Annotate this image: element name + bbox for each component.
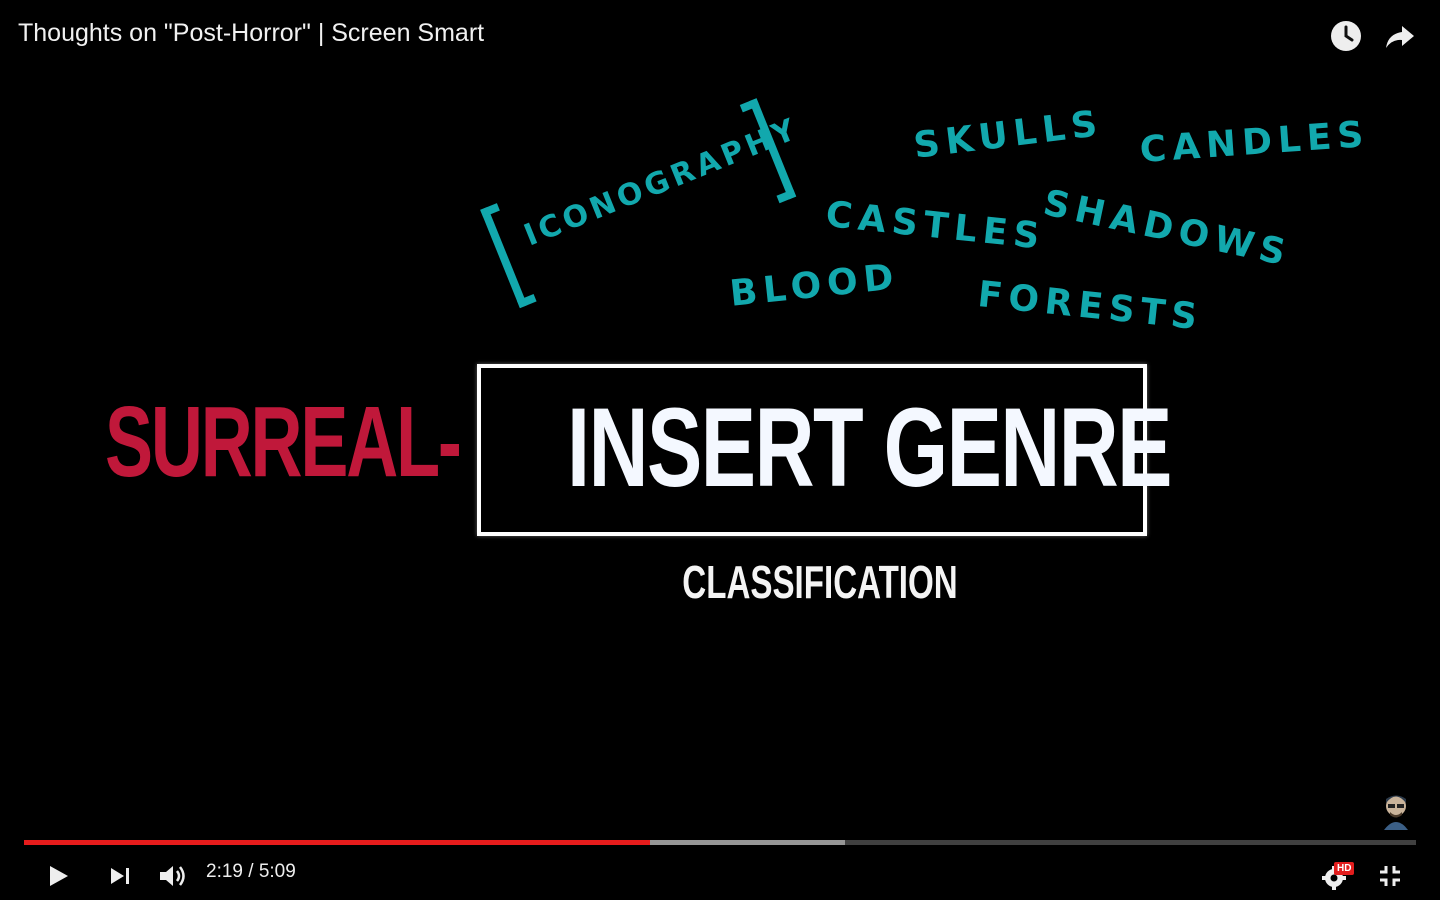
word-candles: CANDLES (1138, 114, 1371, 171)
surreal-prefix: SURREAL- (105, 386, 462, 498)
word-forests: FORESTS (975, 274, 1205, 339)
exit-fullscreen-icon[interactable] (1372, 858, 1408, 894)
video-title[interactable]: Thoughts on "Post-Horror" | Screen Smart (18, 19, 484, 48)
volume-icon[interactable] (155, 858, 191, 894)
word-skulls: SKULLS (911, 102, 1106, 167)
word-shadows: SHADOWS (1039, 182, 1295, 275)
genre-box: INSERT GENRE (477, 364, 1172, 536)
word-castles: CASTLES (823, 194, 1048, 258)
genre-text: INSERT GENRE (567, 385, 1172, 510)
player-controls: 2:19 / 5:09 HD (0, 848, 1440, 900)
progress-played (24, 840, 651, 845)
channel-avatar[interactable] (1376, 790, 1416, 830)
play-icon[interactable] (40, 858, 76, 894)
next-icon[interactable] (102, 858, 138, 894)
progress-bar[interactable] (24, 840, 1416, 845)
hd-badge: HD (1334, 862, 1355, 875)
classification-label: CLASSIFICATION (682, 556, 958, 608)
share-arrow-icon[interactable] (1382, 18, 1418, 54)
clock-icon[interactable] (1328, 18, 1364, 54)
word-blood: BLOOD (727, 256, 902, 315)
time-display: 2:19 / 5:09 (206, 861, 296, 882)
player-top-bar: Thoughts on "Post-Horror" | Screen Smart (0, 0, 1440, 72)
video-frame[interactable]: ICONOGRAPHY SKULLS CANDLES CASTLES SHADO… (0, 0, 1440, 900)
